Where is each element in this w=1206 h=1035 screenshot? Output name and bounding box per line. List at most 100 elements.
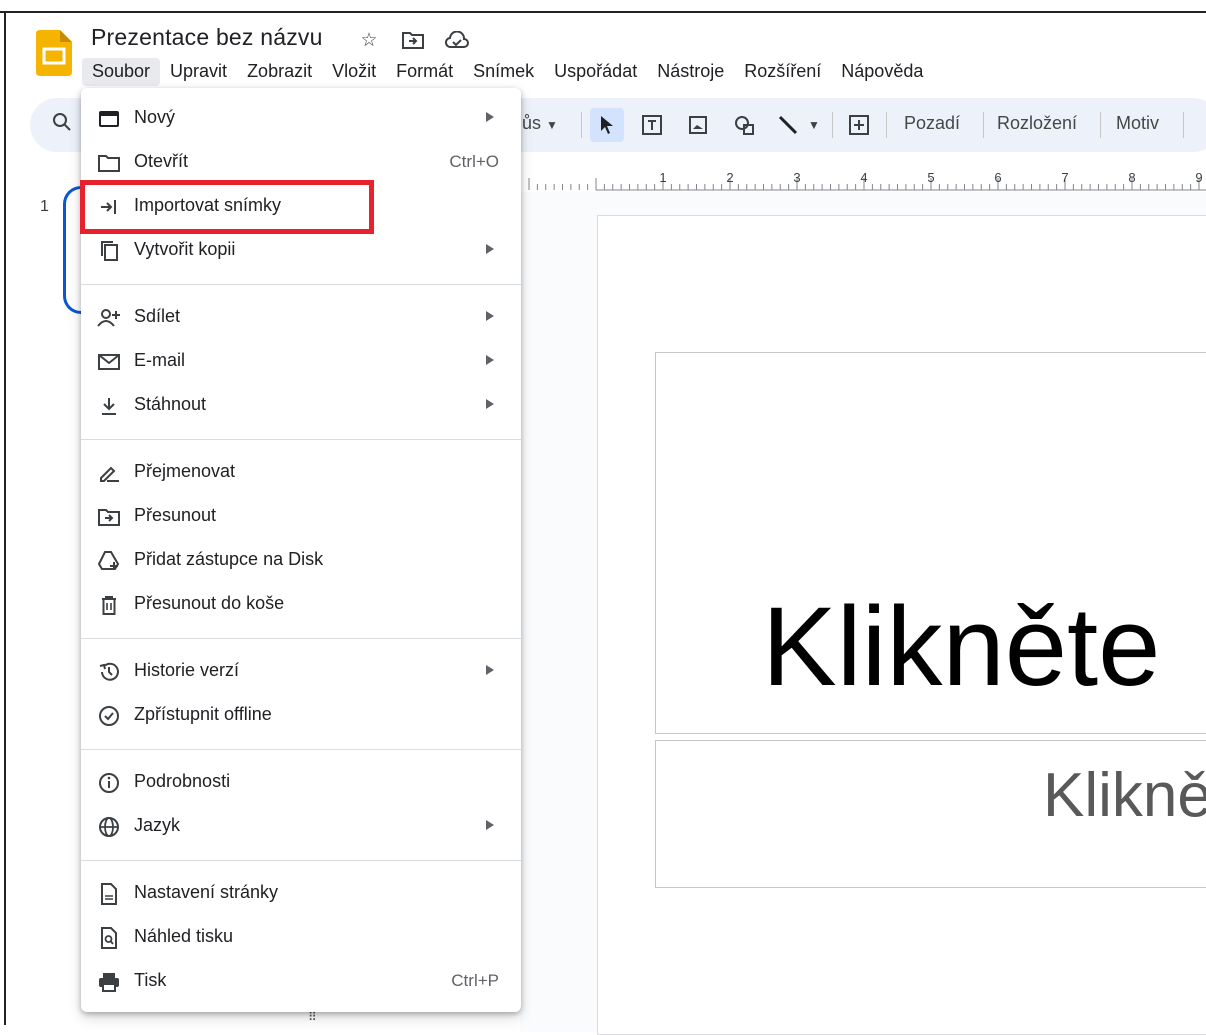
submenu-arrow-icon — [486, 244, 494, 254]
search-menus-icon[interactable] — [52, 112, 72, 138]
folder-icon — [97, 151, 121, 175]
file-menu-item-label: Zpřístupnit offline — [134, 704, 272, 724]
file-menu-item-printer[interactable]: Tisk Ctrl+P — [81, 960, 521, 1004]
horizontal-ruler[interactable]: 1 2 3 4 5 6 7 8 9 — [520, 160, 1206, 193]
file-menu-item-label: Jazyk — [134, 815, 181, 835]
drive-shortcut-icon — [97, 549, 121, 573]
menubar: Soubor Upravit Zobrazit Vložit Formát Sn… — [82, 58, 933, 86]
toolbar-divider — [983, 112, 984, 138]
menu-format[interactable]: Formát — [386, 58, 463, 86]
slide-number: 1 — [40, 198, 49, 215]
file-menu-item-label: Sdílet — [134, 306, 181, 326]
zoom-dropdown[interactable]: ůs ▼ — [522, 113, 558, 134]
copy-icon — [97, 239, 121, 263]
subtitle-placeholder-text[interactable]: Klikně — [1043, 760, 1206, 831]
shape-icon[interactable] — [727, 108, 761, 142]
file-menu-item-download[interactable]: Stáhnout — [81, 384, 521, 428]
toolbar-divider — [832, 112, 833, 138]
file-menu-item-move-folder[interactable]: Přesunout — [81, 495, 521, 539]
toolbar-divider — [886, 112, 887, 138]
file-menu-item-label: Podrobnosti — [134, 771, 231, 791]
trash-icon — [97, 593, 121, 617]
history-icon — [97, 660, 121, 684]
file-menu-item-label: Přidat zástupce na Disk — [134, 549, 324, 569]
title-placeholder-text[interactable]: Klikněte — [762, 582, 1160, 711]
menu-help[interactable]: Nápověda — [831, 58, 933, 86]
menu-view[interactable]: Zobrazit — [237, 58, 322, 86]
ruler-number: 3 — [793, 170, 800, 185]
page-setup-icon — [97, 882, 121, 906]
move-to-folder-icon[interactable] — [401, 28, 425, 52]
new-slides-icon — [97, 107, 121, 131]
menu-slide[interactable]: Snímek — [463, 58, 544, 86]
submenu-arrow-icon — [486, 399, 494, 409]
select-tool-icon[interactable] — [590, 108, 624, 142]
file-menu-item-page-setup[interactable]: Nastavení stránky — [81, 872, 521, 916]
file-menu-item-drive-shortcut[interactable]: Přidat zástupce na Disk — [81, 539, 521, 583]
ruler-number: 1 — [659, 170, 666, 185]
slides-logo-icon[interactable] — [36, 30, 72, 76]
menu-insert[interactable]: Vložit — [322, 58, 386, 86]
ruler-number: 8 — [1128, 170, 1135, 185]
file-menu-item-label: Otevřít — [134, 151, 189, 171]
file-menu-item-email[interactable]: E-mail — [81, 340, 521, 384]
menu-file[interactable]: Soubor — [82, 58, 161, 86]
keyboard-shortcut: Ctrl+O — [449, 152, 499, 171]
file-menu-item-label: E-mail — [134, 350, 186, 370]
line-tool-icon[interactable] — [771, 108, 805, 142]
submenu-arrow-icon — [486, 311, 494, 321]
theme-button[interactable]: Motiv — [1116, 113, 1159, 134]
globe-icon — [97, 815, 121, 839]
email-icon — [97, 350, 121, 374]
file-menu-item-label: Nastavení stránky — [134, 882, 279, 902]
file-menu-item-folder[interactable]: Otevřít Ctrl+O — [81, 141, 521, 185]
file-menu-item-label: Přejmenovat — [134, 461, 236, 481]
ruler-number: 4 — [860, 170, 867, 185]
file-menu-item-print-preview[interactable]: Náhled tisku — [81, 916, 521, 960]
document-title[interactable]: Prezentace bez názvu — [91, 24, 323, 51]
menu-extensions[interactable]: Rozšíření — [734, 58, 831, 86]
offline-icon — [97, 704, 121, 728]
file-menu-item-history[interactable]: Historie verzí — [81, 650, 521, 694]
image-icon[interactable] — [681, 108, 715, 142]
add-comment-icon[interactable] — [842, 108, 876, 142]
menu-separator — [81, 284, 521, 285]
toolbar-divider — [581, 112, 582, 138]
file-menu-item-label: Tisk — [134, 970, 167, 990]
file-menu-item-copy[interactable]: Vytvořit kopii — [81, 229, 521, 273]
file-menu-item-globe[interactable]: Jazyk — [81, 805, 521, 849]
file-menu-item-label: Vytvořit kopii — [134, 239, 236, 259]
text-box-icon[interactable] — [635, 108, 669, 142]
file-menu-item-rename[interactable]: Přejmenovat — [81, 451, 521, 495]
menu-edit[interactable]: Upravit — [160, 58, 237, 86]
line-options-caret-icon[interactable]: ▼ — [802, 108, 826, 142]
layout-button[interactable]: Rozložení — [997, 113, 1077, 134]
menu-tools[interactable]: Nástroje — [647, 58, 734, 86]
submenu-arrow-icon — [486, 820, 494, 830]
file-menu-item-offline[interactable]: Zpřístupnit offline — [81, 694, 521, 738]
cloud-saved-icon[interactable] — [445, 28, 469, 52]
file-menu-item-info[interactable]: Podrobnosti — [81, 761, 521, 805]
rename-icon — [97, 461, 121, 485]
share-person-icon — [97, 306, 121, 330]
screenshot-frame-top — [0, 0, 1206, 13]
star-icon[interactable]: ☆ — [357, 28, 381, 52]
printer-icon — [97, 970, 121, 994]
speaker-notes-handle-icon[interactable]: ⠿ — [308, 1010, 317, 1024]
ruler-number: 7 — [1061, 170, 1068, 185]
file-menu-item-label: Přesunout — [134, 505, 217, 525]
file-menu-item-label: Stáhnout — [134, 394, 207, 414]
toolbar-divider — [1183, 112, 1184, 138]
file-menu-item-share-person[interactable]: Sdílet — [81, 296, 521, 340]
background-button[interactable]: Pozadí — [904, 113, 960, 134]
file-menu-item-label: Přesunout do koše — [134, 593, 285, 613]
menu-arrange[interactable]: Uspořádat — [544, 58, 647, 86]
ruler-ticks: 1 2 3 4 5 6 7 8 9 — [528, 170, 1206, 191]
file-menu-item-new-slides[interactable]: Nový — [81, 97, 521, 141]
menu-separator — [81, 638, 521, 639]
ruler-number: 6 — [994, 170, 1001, 185]
toolbar-divider — [1100, 112, 1101, 138]
file-menu-item-trash[interactable]: Přesunout do koše — [81, 583, 521, 627]
submenu-arrow-icon — [486, 355, 494, 365]
info-icon — [97, 771, 121, 795]
